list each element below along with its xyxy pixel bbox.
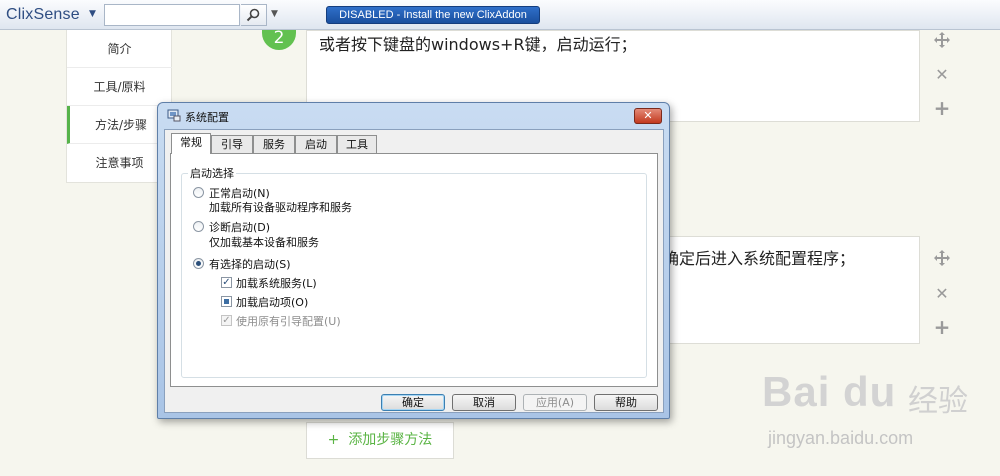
dialog-title: 系统配置 <box>185 111 229 124</box>
normal-startup-radio[interactable] <box>193 187 204 198</box>
selective-startup-radio[interactable] <box>193 258 204 269</box>
group-label: 启动选择 <box>188 165 236 181</box>
watermark-brand: Bai du <box>762 368 897 415</box>
tab-tools[interactable]: 工具 <box>337 135 377 153</box>
msconfig-icon <box>167 109 181 122</box>
tab-boot[interactable]: 引导 <box>211 135 253 153</box>
load-startup-items-checkbox[interactable] <box>221 296 232 307</box>
nav-item-tools[interactable]: 工具/原料 <box>67 68 172 106</box>
diagnostic-startup-label[interactable]: 诊断启动(D) <box>209 219 270 235</box>
tab-services[interactable]: 服务 <box>253 135 295 153</box>
delete-icon[interactable]: ✕ <box>933 66 951 84</box>
close-button[interactable]: ✕ <box>634 108 662 124</box>
selective-startup-label[interactable]: 有选择的启动(S) <box>209 256 291 272</box>
msconfig-dialog: 系统配置 ✕ 常规 引导 服务 启动 工具 启动选择 正常启动(N) 加载所有设… <box>157 102 670 419</box>
clixsense-logo[interactable]: ClixSense <box>6 6 80 24</box>
move-icon[interactable] <box>933 31 951 49</box>
nav-item-intro[interactable]: 简介 <box>67 30 172 68</box>
cancel-button[interactable]: 取消 <box>452 394 516 411</box>
delete-icon[interactable]: ✕ <box>933 285 951 303</box>
search-input[interactable] <box>104 4 240 26</box>
normal-startup-desc: 加载所有设备驱动程序和服务 <box>209 201 352 214</box>
baidu-jingyan-watermark: Bai du 经验 jingyan.baidu.com <box>758 366 990 470</box>
step-text[interactable]: 击确定后进入系统配置程序； <box>647 245 855 269</box>
load-startup-items-label[interactable]: 加载启动项(O) <box>236 294 308 310</box>
dialog-body: 常规 引导 服务 启动 工具 启动选择 正常启动(N) 加载所有设备驱动程序和服… <box>164 129 664 413</box>
step-text[interactable]: 或者按下键盘的windows+R键，启动运行； <box>319 31 637 55</box>
load-system-services-checkbox[interactable]: ✓ <box>221 277 232 288</box>
add-icon[interactable]: + <box>933 98 951 118</box>
search-button[interactable] <box>241 4 267 26</box>
watermark-cn: 经验 <box>908 384 968 419</box>
apply-button: 应用(A) <box>523 394 587 411</box>
step-number-badge: 2 <box>262 30 296 50</box>
diagnostic-startup-radio[interactable] <box>193 221 204 232</box>
help-button[interactable]: 帮助 <box>594 394 658 411</box>
use-original-boot-config-checkbox: ✓ <box>221 315 232 326</box>
load-system-services-label[interactable]: 加载系统服务(L) <box>236 275 317 291</box>
watermark-url: jingyan.baidu.com <box>768 428 914 448</box>
move-icon[interactable] <box>933 249 951 267</box>
search-icon <box>246 8 260 22</box>
add-icon[interactable]: + <box>933 317 951 337</box>
add-step-button[interactable]: + 添加步骤方法 <box>306 422 454 459</box>
search-options-icon[interactable]: ▼ <box>271 9 278 19</box>
use-original-boot-config-label: 使用原有引导配置(U) <box>236 315 341 328</box>
add-step-label: 添加步骤方法 <box>348 432 433 448</box>
ok-button[interactable]: 确定 <box>381 394 445 411</box>
logo-dropdown-icon[interactable]: ▼ <box>89 9 96 19</box>
plus-icon: + <box>327 432 349 448</box>
tab-startup[interactable]: 启动 <box>295 135 337 153</box>
install-addon-button[interactable]: DISABLED - Install the new ClixAddon <box>326 6 540 24</box>
general-tab-panel: 启动选择 正常启动(N) 加载所有设备驱动程序和服务 诊断启动(D) 仅加载基本… <box>170 153 658 387</box>
browser-toolbar: ClixSense ▼ ▼ DISABLED - Install the new… <box>0 0 1000 30</box>
tab-general[interactable]: 常规 <box>171 133 211 154</box>
diagnostic-startup-desc: 仅加载基本设备和服务 <box>209 236 319 249</box>
